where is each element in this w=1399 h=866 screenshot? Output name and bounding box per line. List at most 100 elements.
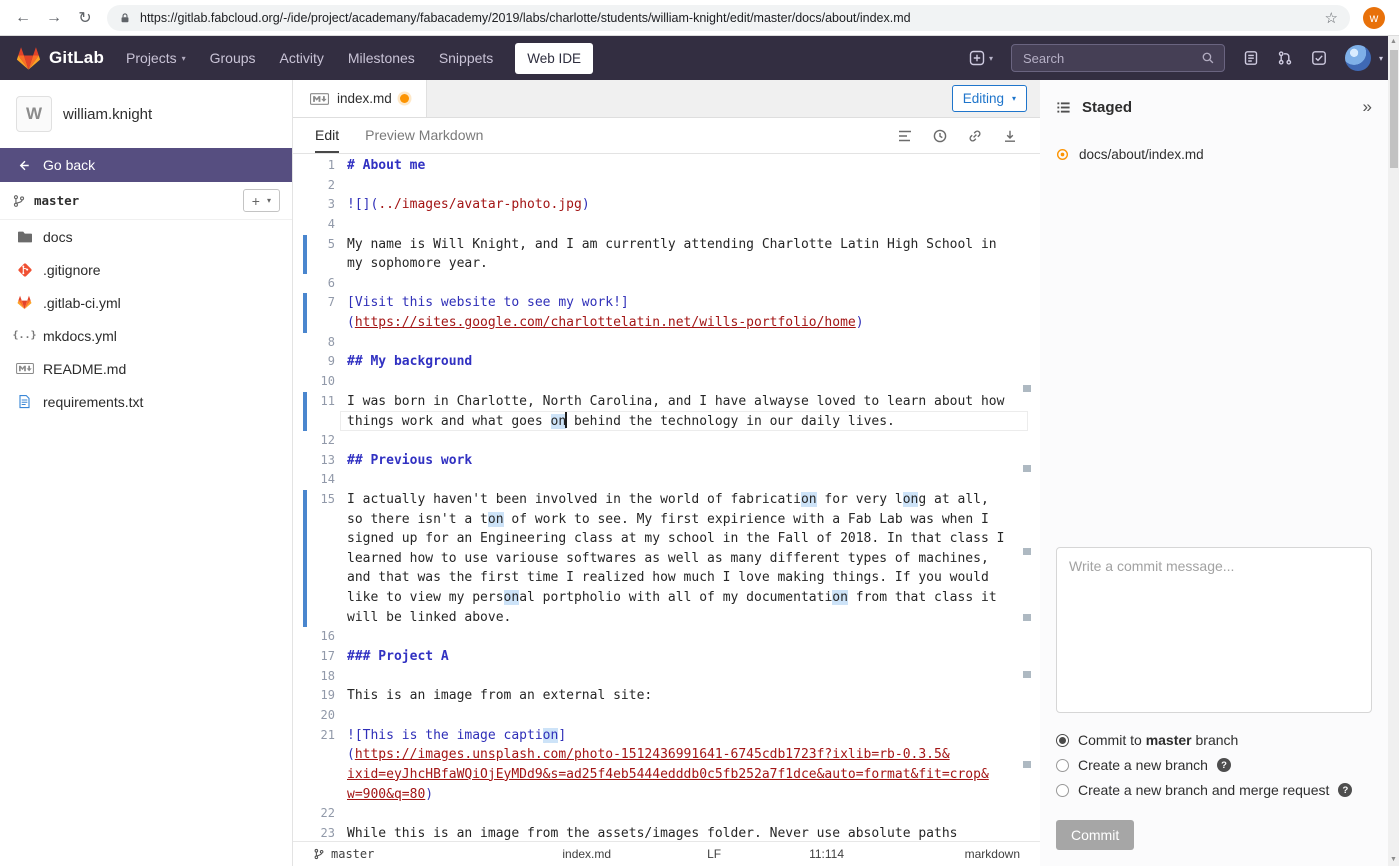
folder-icon xyxy=(15,229,34,245)
unsaved-changes-dot-icon xyxy=(399,94,409,103)
editor-row[interactable]: 13 ## Previous work xyxy=(293,451,1040,471)
editor-row[interactable]: 19 This is an image from an external site… xyxy=(293,686,1040,706)
file-item-mkdocs.yml[interactable]: {..} mkdocs.yml xyxy=(0,319,292,352)
line-number: 19 xyxy=(320,688,335,703)
editor-row[interactable]: 1 # About me xyxy=(293,156,1040,176)
editor-row[interactable]: 7 [Visit this website to see my work!] xyxy=(293,293,1040,314)
status-eol[interactable]: LF xyxy=(707,847,721,861)
line-number: 7 xyxy=(327,295,335,310)
user-avatar[interactable] xyxy=(1344,45,1371,71)
todos-icon[interactable] xyxy=(1311,50,1327,66)
file-item-.gitlab-ci.yml[interactable]: .gitlab-ci.yml xyxy=(0,286,292,319)
nav-item-snippets[interactable]: Snippets xyxy=(439,50,493,66)
editor-row[interactable]: 15 I actually haven't been involved in th… xyxy=(293,489,1040,510)
editor-row[interactable]: 9 ## My background xyxy=(293,352,1040,372)
scroll-up-arrow-icon[interactable]: ▲ xyxy=(1388,36,1399,48)
editor-row[interactable]: 14 xyxy=(293,470,1040,490)
staged-file-row[interactable]: docs/about/index.md xyxy=(1040,134,1388,174)
editor-row[interactable]: learned how to use variouse softwares as… xyxy=(293,548,1040,569)
issues-icon[interactable] xyxy=(1243,50,1259,66)
editor-row[interactable]: 18 xyxy=(293,667,1040,687)
help-icon[interactable]: ? xyxy=(1338,783,1353,797)
browser-profile-avatar[interactable]: w xyxy=(1363,6,1385,29)
editor-row[interactable]: my sophomore year. xyxy=(293,254,1040,274)
editor-row[interactable]: will be linked above. xyxy=(293,607,1040,628)
editing-mode-dropdown[interactable]: Editing ▾ xyxy=(951,85,1027,112)
page-scrollbar[interactable]: ▲ ▼ xyxy=(1388,36,1399,866)
download-icon[interactable] xyxy=(1002,128,1018,144)
search-input[interactable] xyxy=(1020,49,1195,67)
format-list-icon[interactable] xyxy=(897,128,913,144)
editor-row[interactable]: 10 xyxy=(293,372,1040,392)
editor-row[interactable]: 5 My name is Will Knight, and I am curren… xyxy=(293,234,1040,255)
history-icon[interactable] xyxy=(932,128,948,144)
editor-row[interactable]: 2 xyxy=(293,176,1040,196)
browser-chrome: ← → ↻ https://gitlab.fabcloud.org/-/ide/… xyxy=(0,0,1399,36)
editor-row[interactable]: 16 xyxy=(293,627,1040,647)
commit-option-2[interactable]: Create a new branch and merge request? xyxy=(1056,782,1372,798)
nav-item-projects[interactable]: Projects ▾ xyxy=(126,50,186,66)
radio-button[interactable] xyxy=(1056,758,1069,772)
go-back-button[interactable]: Go back xyxy=(0,148,292,182)
editor-row[interactable]: 4 xyxy=(293,215,1040,235)
file-item-requirements.txt[interactable]: requirements.txt xyxy=(0,385,292,418)
commit-option-0[interactable]: Commit to master branch xyxy=(1056,732,1372,748)
editor-row[interactable]: 11 I was born in Charlotte, North Carolin… xyxy=(293,391,1040,412)
merge-requests-icon[interactable] xyxy=(1277,50,1293,66)
scrollbar-thumb[interactable] xyxy=(1389,50,1398,168)
nav-item-web-ide[interactable]: Web IDE xyxy=(515,42,594,74)
file-item-.gitignore[interactable]: .gitignore xyxy=(0,253,292,286)
file-item-docs[interactable]: docs xyxy=(0,220,292,253)
nav-item-groups[interactable]: Groups xyxy=(210,50,256,66)
editor-row[interactable]: 3 ![](../images/avatar-photo.jpg) xyxy=(293,195,1040,215)
file-item-README.md[interactable]: README.md xyxy=(0,352,292,385)
reload-icon[interactable]: ↻ xyxy=(76,8,94,28)
nav-item-milestones[interactable]: Milestones xyxy=(348,50,415,66)
forward-icon[interactable]: → xyxy=(45,9,63,27)
status-language[interactable]: markdown xyxy=(965,847,1020,861)
back-icon[interactable]: ← xyxy=(14,9,32,27)
search-box[interactable] xyxy=(1010,44,1225,72)
status-cursor-position[interactable]: 11:114 xyxy=(809,847,844,861)
commit-option-1[interactable]: Create a new branch? xyxy=(1056,757,1372,773)
tab-edit[interactable]: Edit xyxy=(315,118,340,153)
radio-button[interactable] xyxy=(1056,733,1069,747)
url-bar[interactable]: https://gitlab.fabcloud.org/-/ide/projec… xyxy=(107,4,1350,31)
editor-row[interactable]: w=900&q=80) xyxy=(293,785,1040,805)
bookmark-star-icon[interactable]: ☆ xyxy=(1325,9,1338,27)
gitlab-logo[interactable]: GitLab xyxy=(16,46,104,71)
editor-row[interactable]: (https://images.unsplash.com/photo-15124… xyxy=(293,745,1040,765)
tab-preview-markdown[interactable]: Preview Markdown xyxy=(365,118,483,153)
editor-row[interactable]: and that was the first time I realized h… xyxy=(293,568,1040,589)
new-menu-button[interactable]: ▾ xyxy=(969,50,993,66)
scrollbar-ruler[interactable] xyxy=(1023,154,1031,841)
new-file-dropdown-button[interactable]: + ▾ xyxy=(242,189,280,212)
editor-row[interactable]: signed up for an Engineering class at my… xyxy=(293,529,1040,549)
status-branch[interactable]: master xyxy=(313,847,374,861)
file-tab-index-md[interactable]: index.md xyxy=(293,80,427,117)
editor-row[interactable]: like to view my personal portpholio with… xyxy=(293,588,1040,608)
editor-row[interactable]: 23 While this is an image from the assets… xyxy=(293,824,1040,841)
editor-row[interactable]: ixid=eyJhcHBfaWQiOjEyMDd9&s=ad25f4eb5444… xyxy=(293,765,1040,785)
editor-row[interactable]: so there isn't a ton of work to see. My … xyxy=(293,509,1040,530)
radio-button[interactable] xyxy=(1056,783,1069,797)
editor-row[interactable]: (https://sites.google.com/charlottelatin… xyxy=(293,313,1040,333)
editor-row[interactable]: 12 xyxy=(293,431,1040,451)
editor-row[interactable]: 21 ![This is the image caption] xyxy=(293,726,1040,746)
modified-line-indicator xyxy=(303,529,307,549)
help-icon[interactable]: ? xyxy=(1216,758,1231,772)
line-number: 1 xyxy=(327,158,335,172)
editor-row[interactable]: 20 xyxy=(293,706,1040,726)
editor-row[interactable]: 8 xyxy=(293,333,1040,353)
commit-message-input[interactable] xyxy=(1056,547,1372,713)
commit-button[interactable]: Commit xyxy=(1056,820,1135,850)
editor-row[interactable]: 22 xyxy=(293,804,1040,824)
collapse-panel-icon[interactable]: » xyxy=(1363,97,1372,117)
scroll-down-arrow-icon[interactable]: ▼ xyxy=(1388,854,1399,866)
editor-row[interactable]: things work and what goes on behind the … xyxy=(293,411,1040,431)
link-icon[interactable] xyxy=(967,128,983,144)
editor-row[interactable]: 6 xyxy=(293,274,1040,294)
code-editor[interactable]: 1 # About me 2 3 ![](../images/avatar-photo.… xyxy=(293,154,1040,841)
nav-item-activity[interactable]: Activity xyxy=(280,50,324,66)
editor-row[interactable]: 17 ### Project A xyxy=(293,647,1040,667)
